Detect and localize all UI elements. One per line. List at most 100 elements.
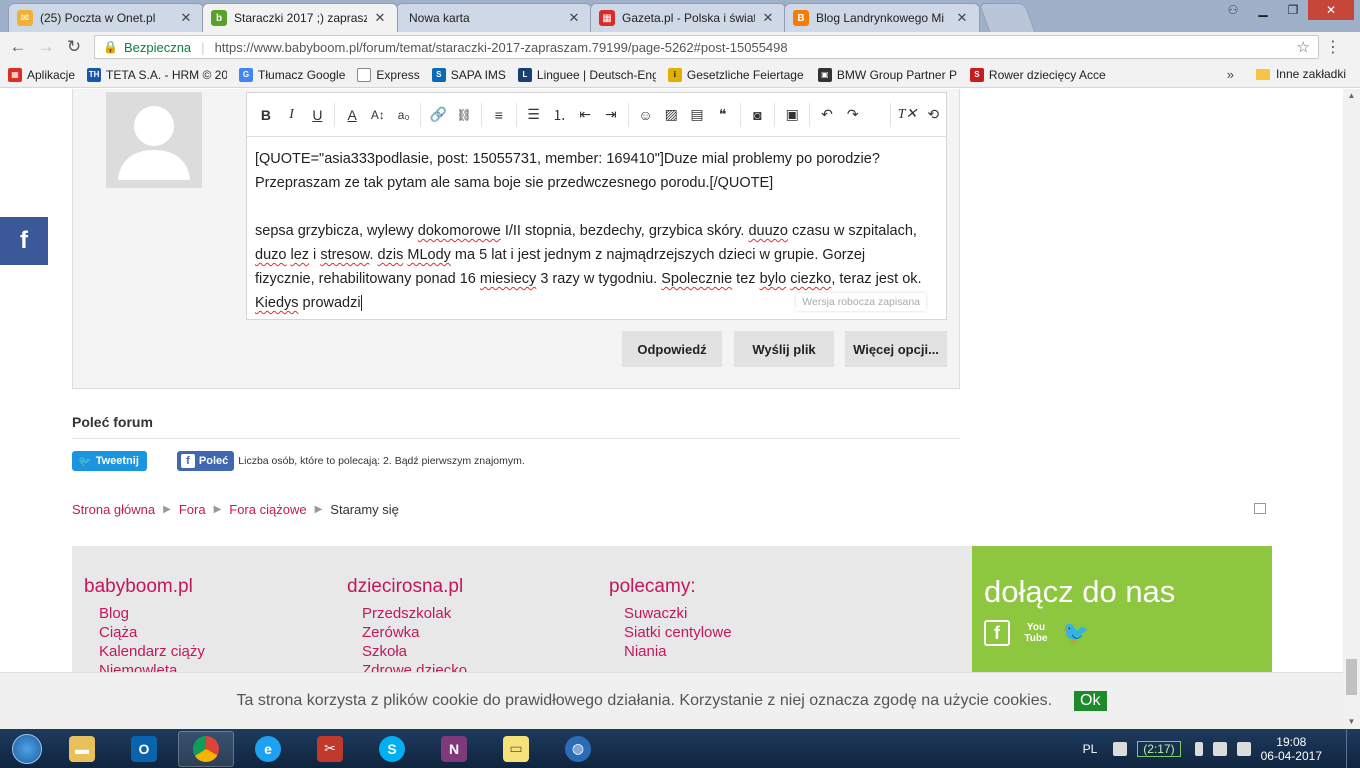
breadcrumb-fora[interactable]: Fora [179,502,206,517]
quote-icon[interactable]: ❝ [710,102,736,128]
tab-babyboom[interactable]: b Staraczki 2017 ;) zaprasza ✕ [202,3,398,32]
taskbar-network-app[interactable]: ◍ [550,731,606,767]
close-icon[interactable]: ✕ [761,10,775,26]
close-icon[interactable]: ✕ [179,10,193,26]
taskbar-sticky-notes[interactable]: ▭ [488,731,544,767]
tab-onet-mail[interactable]: ✉ (25) Poczta w Onet.pl ✕ [8,3,204,32]
close-icon[interactable]: ✕ [373,10,387,26]
menu-dots-icon[interactable]: ⋮ [1319,37,1347,57]
tab-new[interactable]: Nowa karta ✕ [396,3,592,32]
more-options-button[interactable]: Więcej opcji... [845,331,947,367]
footer-link[interactable]: Niania [624,642,732,661]
battery-indicator[interactable]: (2:17) [1137,740,1181,757]
bookmarks-overflow-icon[interactable]: » [1227,67,1234,82]
url-text[interactable]: https://www.babyboom.pl/forum/temat/star… [215,40,1297,55]
taskbar-explorer[interactable]: ▬ [54,731,110,767]
bookmark-sapa[interactable]: S SAPA IMS [431,67,506,82]
smiley-icon[interactable]: ☺ [633,102,659,128]
bookmark-linguee[interactable]: L Linguee | Deutsch-Eng [517,67,656,82]
unlink-icon[interactable]: ⛓ [451,102,477,128]
outdent-icon[interactable]: ⇤ [572,102,598,128]
back-arrow-icon[interactable]: ← [4,33,32,61]
facebook-side-button[interactable]: f [0,217,48,265]
window-close-icon[interactable]: ✕ [1308,0,1354,20]
youtube-icon[interactable]: You Tube [1022,622,1050,644]
close-icon[interactable]: ✕ [955,10,969,26]
footer-link[interactable]: Zerówka [362,623,467,642]
reply-button[interactable]: Odpowiedź [622,331,722,367]
bookmark-rower[interactable]: S Rower dziecięcy Acce [969,67,1110,82]
bookmark-bmw[interactable]: ▣ BMW Group Partner P [817,67,958,82]
align-icon[interactable]: ≡ [486,102,512,128]
cookie-ok-button[interactable]: Ok [1074,691,1107,711]
footer-link[interactable]: Ciąża [99,623,205,642]
scroll-up-icon[interactable]: ▲ [1343,89,1360,103]
bookmark-express[interactable]: Express [357,67,420,82]
reload-icon[interactable]: ↻ [60,33,88,61]
editor-content[interactable]: [QUOTE="asia333podlasie, post: 15055731,… [247,137,946,315]
remove-format-icon[interactable]: T✕ [895,102,921,128]
tab-blog[interactable]: B Blog Landrynkowego Mi ✕ [784,3,980,32]
other-bookmarks[interactable]: Inne zakładki [1255,67,1346,81]
external-link-icon[interactable] [1254,503,1266,514]
facebook-icon[interactable]: f [984,620,1010,646]
show-desktop-button[interactable] [1346,729,1360,768]
link-icon[interactable]: 🔗 [425,102,451,128]
italic-icon[interactable]: I [279,102,305,128]
font-size-icon[interactable]: A↕ [365,102,391,128]
footer-link[interactable]: Szkoła [362,642,467,661]
twitter-icon[interactable]: 🐦 [1062,620,1089,646]
fb-like-button[interactable]: f Poleć [176,451,235,471]
star-icon[interactable]: ☆ [1297,38,1310,56]
upload-file-button[interactable]: Wyślij plik [734,331,834,367]
tweet-button[interactable]: 🐦 Tweetnij [72,451,147,471]
taskbar-onenote[interactable]: N [426,731,482,767]
language-indicator[interactable]: PL [1083,742,1098,756]
scrollbar-thumb[interactable] [1346,659,1357,695]
forward-arrow-icon[interactable]: → [32,33,60,61]
footer-link[interactable]: Kalendarz ciąży [99,642,205,661]
font-color-icon[interactable]: A [339,102,365,128]
page-scrollbar[interactable]: ▲ ▼ [1343,89,1360,729]
power-icon[interactable] [1194,741,1203,756]
footer-link[interactable]: Przedszkolak [362,604,467,623]
user-icon[interactable]: ⚇ [1218,0,1248,20]
taskbar-ie[interactable]: e [240,731,296,767]
close-icon[interactable]: ✕ [567,10,581,26]
underline-icon[interactable]: U [305,102,331,128]
tab-gazeta[interactable]: ▦ Gazeta.pl - Polska i świat ✕ [590,3,786,32]
toggle-bbcode-icon[interactable]: ⟲ [920,102,946,128]
taskbar-snipping[interactable]: ✂ [302,731,358,767]
scroll-down-icon[interactable]: ▼ [1343,715,1360,729]
network-signal-icon[interactable] [1212,741,1227,756]
undo-icon[interactable]: ↶ [814,102,840,128]
omnibox[interactable]: 🔒 Bezpieczna | https://www.babyboom.pl/f… [94,35,1319,59]
taskbar-outlook[interactable]: O [116,731,172,767]
bullet-list-icon[interactable]: ☰ [521,102,547,128]
minimize-icon[interactable]: ▁ [1248,0,1278,20]
bookmark-feiertage[interactable]: i Gesetzliche Feiertage [667,67,806,82]
breadcrumb-fora-ciazowe[interactable]: Fora ciążowe [229,502,306,517]
bookmark-apps[interactable]: ▦ Aplikacje [8,67,75,82]
indent-icon[interactable]: ⇥ [598,102,624,128]
footer-link[interactable]: Blog [99,604,205,623]
bookmark-google-translate[interactable]: G Tłumacz Google [239,67,345,82]
new-tab-button[interactable] [978,3,1036,32]
font-family-icon[interactable]: a₀ [391,102,417,128]
breadcrumb-home[interactable]: Strona główna [72,502,155,517]
volume-icon[interactable] [1236,741,1251,756]
restore-icon[interactable]: ❐ [1278,0,1308,20]
redo-icon[interactable]: ↷ [840,102,866,128]
clock[interactable]: 19:08 06-04-2017 [1261,735,1322,763]
bold-icon[interactable]: B [253,102,279,128]
keyboard-icon[interactable] [1113,741,1128,756]
message-editor[interactable]: B I U A A↕ a₀ 🔗 ⛓ ≡ ☰ ⒈ ⇤ ⇥ ☺ ▨ ▤ ❝ ◙ ▣ … [246,92,947,320]
numbered-list-icon[interactable]: ⒈ [546,102,572,128]
footer-link[interactable]: Suwaczki [624,604,732,623]
save-draft-icon[interactable]: ▣ [779,102,805,128]
taskbar-skype[interactable]: S [364,731,420,767]
media-icon[interactable]: ▤ [684,102,710,128]
image-icon[interactable]: ▨ [658,102,684,128]
footer-link[interactable]: Siatki centylowe [624,623,732,642]
start-button[interactable] [6,730,48,768]
